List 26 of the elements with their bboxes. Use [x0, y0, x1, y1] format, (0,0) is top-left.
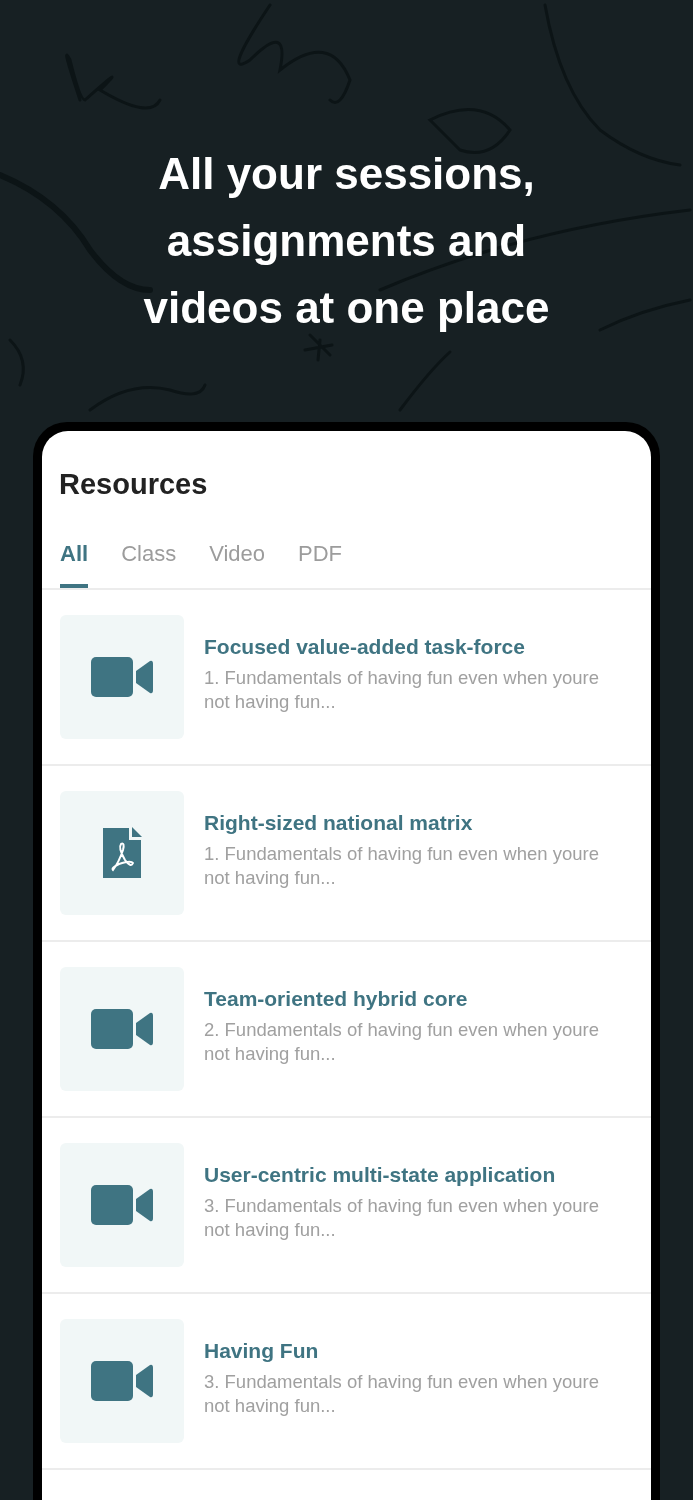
item-description: 1. Fundamentals of having fun even when youre not having fun...	[204, 842, 600, 891]
video-camera-icon	[91, 655, 153, 698]
item-description: 3. Fundamentals of having fun even when youre not having fun...	[204, 1370, 600, 1419]
resource-item[interactable]: User-centric multi-state application 3. Fundamentals of having fun even when youre not having fun...	[42, 1117, 651, 1294]
item-description: 1. Fundamentals of having fun even when youre not having fun...	[204, 666, 600, 715]
filter-tab[interactable]: Video	[209, 536, 265, 588]
item-title: Having Fun	[204, 1337, 320, 1364]
screen-title: Resources	[58, 467, 209, 502]
item-description: 3. Fundamentals of having fun even when youre not having fun...	[204, 1194, 600, 1243]
headline: All your sessions, assignments and videos at one place	[142, 148, 551, 334]
resource-item[interactable]: Team-oriented hybrid core 2. Fundamentals of having fun even when youre not having fun...	[42, 941, 651, 1118]
resource-item[interactable]: Focused value-added task-force 1. Fundamentals of having fun even when youre not having fun...	[42, 589, 651, 766]
item-title: User-centric multi-state application	[204, 1161, 557, 1188]
filter-tab[interactable]: All	[60, 536, 89, 588]
resource-item[interactable]: Right-sized national matrix 1. Fundamentals of having fun even when youre not having fun...	[42, 765, 651, 942]
filter-tab[interactable]: PDF	[298, 536, 342, 588]
video-camera-icon	[91, 1007, 153, 1050]
resource-item[interactable]: Having Fun 3. Fundamentals of having fun even when youre not having fun...	[42, 1293, 651, 1470]
pdf-file-icon	[101, 825, 143, 880]
item-description: 2. Fundamentals of having fun even when youre not having fun...	[204, 1018, 600, 1067]
item-title: Team-oriented hybrid core	[204, 985, 469, 1012]
filter-tab[interactable]: Class	[121, 536, 177, 588]
video-camera-icon	[91, 1183, 153, 1226]
item-title: Right-sized national matrix	[204, 809, 474, 836]
item-title: Focused value-added task-force	[204, 633, 526, 660]
video-camera-icon	[91, 1359, 153, 1402]
